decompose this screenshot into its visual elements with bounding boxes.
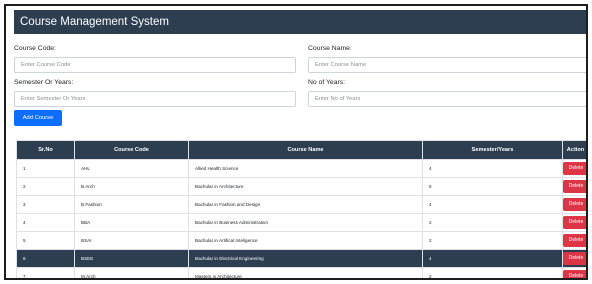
cell-action: Delete: [562, 213, 586, 232]
cell-semester: 2: [422, 231, 563, 250]
page-title: Course Management System: [20, 16, 169, 28]
table-header-row: Sr.No Course Code Course Name Semester/Y…: [16, 140, 586, 160]
delete-button[interactable]: Delete: [563, 180, 586, 193]
cell-course-name: Bachular in Business Administration: [188, 213, 423, 232]
cell-action: Delete: [562, 267, 586, 278]
cell-course-name: Bachular in Artifical Inteligence: [188, 231, 423, 250]
cell-action: Delete: [562, 195, 586, 214]
cell-semester: 2: [422, 213, 563, 232]
col-header-action: Action: [562, 140, 586, 160]
course-name-label: Course Name:: [308, 45, 352, 52]
cell-action: Delete: [562, 249, 586, 268]
cell-action: Delete: [562, 231, 586, 250]
cell-course-code: BSEE: [74, 249, 189, 268]
cell-srno: 6: [16, 249, 75, 268]
delete-button[interactable]: Delete: [563, 234, 586, 247]
table-row[interactable]: 7 M.Arch Masters in Architecture 2 Delete: [16, 267, 586, 278]
cell-course-name: Masters in Architecture: [188, 267, 423, 278]
cell-srno: 3: [16, 195, 75, 214]
no-of-years-input[interactable]: [308, 91, 586, 107]
delete-button[interactable]: Delete: [563, 216, 586, 229]
cell-course-name: Bachular in Architecture: [188, 177, 423, 196]
semester-input[interactable]: [14, 91, 296, 107]
course-name-input[interactable]: [308, 57, 586, 73]
cell-srno: 4: [16, 213, 75, 232]
cell-srno: 7: [16, 267, 75, 278]
cell-course-name: Bachular in Fashion and Design: [188, 195, 423, 214]
delete-button[interactable]: Delete: [563, 162, 586, 175]
delete-button[interactable]: Delete: [563, 270, 586, 278]
cell-srno: 5: [16, 231, 75, 250]
table-row[interactable]: 4 BBA Bachular in Business Administration 2…: [16, 213, 586, 232]
delete-button[interactable]: Delete: [563, 252, 586, 265]
cell-action: Delete: [562, 177, 586, 196]
course-code-input[interactable]: [14, 57, 296, 73]
course-code-label: Course Code:: [14, 45, 56, 52]
col-header-course-code: Course Code: [74, 140, 189, 160]
cell-semester: 4: [422, 195, 563, 214]
cell-course-code: BSAI: [74, 231, 189, 250]
cell-semester: 2: [422, 267, 563, 278]
col-header-course-name: Course Name: [188, 140, 423, 160]
page-header: Course Management System: [14, 10, 586, 34]
app-frame: Course Management System Course Code: Co…: [4, 4, 588, 280]
table-row[interactable]: 6 BSEE Bachular in Electrical Engineering 4…: [16, 249, 586, 268]
cell-course-name: Bachular in Electrical Engineering: [188, 249, 423, 268]
cell-course-code: M.Arch: [74, 267, 189, 278]
courses-table: Sr.No Course Code Course Name Semester/Y…: [16, 140, 586, 278]
delete-button[interactable]: Delete: [563, 198, 586, 211]
cell-action: Delete: [562, 159, 586, 178]
col-header-semester: Semester/Years: [422, 140, 563, 160]
table-body: 1 AHL Allied Health Science 4 Delete 2 B.Arch B…: [16, 159, 586, 278]
add-course-button[interactable]: Add Course: [14, 110, 62, 126]
cell-srno: 1: [16, 159, 75, 178]
cell-course-code: B.Fashion: [74, 195, 189, 214]
cell-course-name: Allied Health Science: [188, 159, 423, 178]
semester-label: Semester Or Years:: [14, 79, 74, 86]
table-row[interactable]: 5 BSAI Bachular in Artifical Inteligence 2 D…: [16, 231, 586, 250]
col-header-srno: Sr.No: [16, 140, 75, 160]
cell-course-code: BBA: [74, 213, 189, 232]
cell-semester: 4: [422, 249, 563, 268]
table-row[interactable]: 2 B.Arch Bachular in Architecture 5 Delete: [16, 177, 586, 196]
table-row[interactable]: 1 AHL Allied Health Science 4 Delete: [16, 159, 586, 178]
cell-course-code: B.Arch: [74, 177, 189, 196]
cell-course-code: AHL: [74, 159, 189, 178]
cell-semester: 4: [422, 159, 563, 178]
cell-semester: 5: [422, 177, 563, 196]
table-row[interactable]: 3 B.Fashion Bachular in Fashion and Design…: [16, 195, 586, 214]
cell-srno: 2: [16, 177, 75, 196]
no-of-years-label: No of Years:: [308, 79, 346, 86]
